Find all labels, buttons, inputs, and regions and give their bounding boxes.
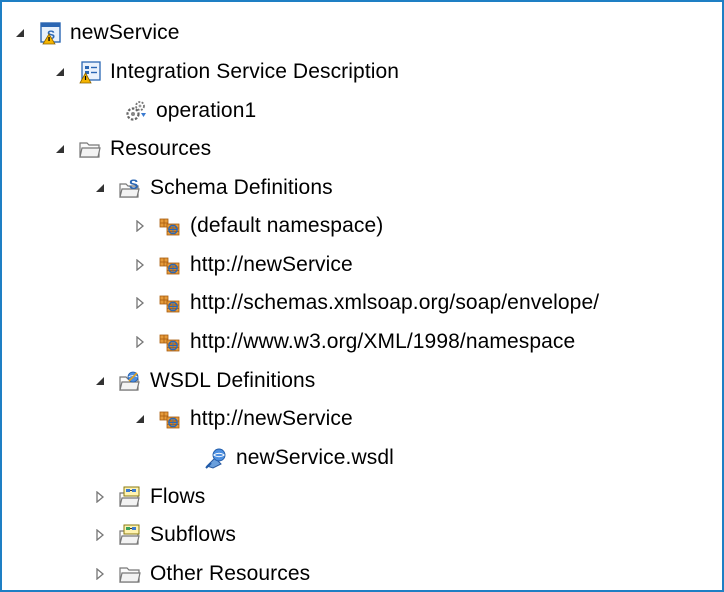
collapsed-twisty-icon[interactable] — [132, 334, 148, 350]
tree-label: Integration Service Description — [110, 60, 400, 83]
tree-label: http://www.w3.org/XML/1998/namespace — [190, 330, 576, 353]
tree-label: Schema Definitions — [150, 176, 333, 199]
collapsed-twisty-icon[interactable] — [92, 527, 108, 543]
expanded-twisty-icon[interactable] — [12, 25, 28, 41]
expanded-twisty-icon[interactable] — [92, 180, 108, 196]
project-tree-view: S newService Integration Service Descrip… — [0, 0, 724, 592]
expanded-twisty-icon[interactable] — [132, 411, 148, 427]
tree-row-newservice[interactable]: S newService — [12, 16, 180, 50]
tree-row-schema-definitions[interactable]: S Schema Definitions — [92, 171, 333, 205]
tree-row-newservice-wsdl[interactable]: newService.wsdl — [204, 441, 394, 475]
namespace-icon — [158, 291, 182, 315]
tree-row-flows[interactable]: Flows — [92, 480, 205, 514]
collapsed-twisty-icon[interactable] — [92, 489, 108, 505]
tree-row-other-resources[interactable]: Other Resources — [92, 557, 311, 590]
collapsed-twisty-icon[interactable] — [132, 218, 148, 234]
tree-row-wsdl-newservice-namespace[interactable]: http://newService — [132, 402, 353, 436]
tree-label: Resources — [110, 137, 212, 160]
tree-row-operation1[interactable]: operation1 — [124, 94, 256, 128]
service-description-icon — [78, 60, 102, 84]
expanded-twisty-icon[interactable] — [52, 141, 68, 157]
tree-label: operation1 — [156, 99, 257, 122]
tree-label: http://newService — [190, 407, 353, 430]
tree-row-default-namespace[interactable]: (default namespace) — [132, 209, 383, 243]
flows-folder-icon — [118, 485, 142, 509]
tree-row-integration-service-description[interactable]: Integration Service Description — [52, 55, 399, 89]
schema-folder-icon: S — [118, 176, 142, 200]
expanded-twisty-icon[interactable] — [52, 64, 68, 80]
tree-row-newservice-namespace[interactable]: http://newService — [132, 248, 353, 282]
expanded-twisty-icon[interactable] — [92, 373, 108, 389]
tree-label: http://newService — [190, 253, 353, 276]
folder-icon — [78, 137, 102, 161]
tree-label: Other Resources — [150, 562, 311, 585]
tree-label: WSDL Definitions — [150, 369, 316, 392]
namespace-icon — [158, 253, 182, 277]
wsdl-file-icon — [204, 446, 228, 470]
tree-label: http://schemas.xmlsoap.org/soap/envelope… — [190, 291, 600, 314]
wsdl-folder-icon — [118, 369, 142, 393]
collapsed-twisty-icon[interactable] — [132, 257, 148, 273]
folder-icon — [118, 562, 142, 586]
namespace-icon — [158, 214, 182, 238]
tree-row-soap-envelope-namespace[interactable]: http://schemas.xmlsoap.org/soap/envelope… — [132, 286, 599, 320]
tree-label: (default namespace) — [190, 214, 384, 237]
tree-row-wsdl-definitions[interactable]: WSDL Definitions — [92, 364, 315, 398]
tree-row-xml-namespace[interactable]: http://www.w3.org/XML/1998/namespace — [132, 325, 575, 359]
collapsed-twisty-icon[interactable] — [132, 295, 148, 311]
namespace-icon — [158, 330, 182, 354]
tree-label: newService.wsdl — [236, 446, 394, 469]
tree-label: Subflows — [150, 523, 237, 546]
svg-text:S: S — [129, 176, 138, 192]
subflows-folder-icon — [118, 523, 142, 547]
tree-row-resources[interactable]: Resources — [52, 132, 211, 166]
tree-row-subflows[interactable]: Subflows — [92, 518, 236, 552]
tree-label: newService — [70, 21, 180, 44]
tree-label: Flows — [150, 485, 206, 508]
collapsed-twisty-icon[interactable] — [92, 566, 108, 582]
namespace-icon — [158, 407, 182, 431]
operation-icon — [124, 99, 148, 123]
service-icon: S — [38, 21, 62, 45]
